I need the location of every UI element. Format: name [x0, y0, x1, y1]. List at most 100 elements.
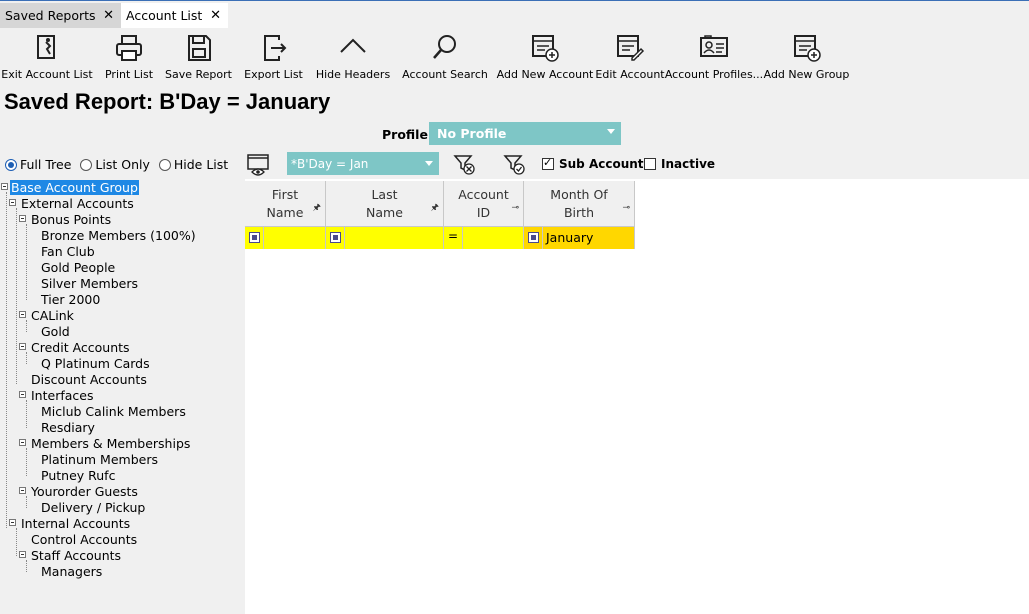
- printer-icon: [116, 35, 142, 61]
- checkbox-checked-icon: [542, 156, 554, 170]
- tab-label: Saved Reports: [5, 8, 96, 23]
- tree-node-bronze-members[interactable]: Bronze Members (100%): [40, 227, 197, 243]
- collapse-icon[interactable]: [19, 343, 26, 350]
- inactive-checkbox[interactable]: Inactive: [644, 157, 715, 171]
- close-icon[interactable]: ✕: [103, 8, 114, 23]
- exit-door-icon: [37, 35, 55, 59]
- equals-operator-icon[interactable]: =: [448, 229, 458, 243]
- hide-headers-button[interactable]: Hide Headers: [316, 30, 390, 82]
- tree-node-platinum-members[interactable]: Platinum Members: [40, 451, 159, 467]
- column-header-first-name[interactable]: First Name 🖈: [245, 181, 326, 227]
- collapse-icon[interactable]: [1, 183, 8, 190]
- filter-operator-icon[interactable]: [528, 232, 539, 243]
- account-group-tree: Base Account Group External Accounts Bon…: [0, 179, 244, 614]
- tree-node-bonus-points[interactable]: Bonus Points: [0, 211, 112, 227]
- tree-node-miclub-calink-members[interactable]: Miclub Calink Members: [40, 403, 187, 419]
- collapse-icon[interactable]: [19, 551, 26, 558]
- save-report-button[interactable]: Save Report: [165, 30, 232, 82]
- pin-icon[interactable]: 🖈: [431, 199, 439, 217]
- filter-month-value: January: [546, 230, 594, 245]
- collapse-icon[interactable]: [19, 439, 26, 446]
- account-grid: First Name 🖈 Last Name 🖈 Account ID ⊸ Mo…: [245, 179, 1029, 614]
- print-list-button[interactable]: Print List: [105, 30, 153, 82]
- export-icon: [263, 35, 286, 61]
- filter-cell-account-id[interactable]: =: [444, 227, 524, 249]
- tree-node-yourorder-guests[interactable]: Yourorder Guests: [0, 483, 139, 499]
- tree-node-staff-accounts[interactable]: Staff Accounts: [0, 547, 122, 563]
- tree-node-putney-rufc[interactable]: Putney Rufc: [40, 467, 116, 483]
- radio-selected-icon: [5, 158, 17, 171]
- pin-icon[interactable]: ⊸: [622, 199, 630, 217]
- filter-operator-icon[interactable]: [249, 232, 260, 243]
- tree-node-base-account-group[interactable]: Base Account Group: [0, 179, 139, 195]
- tree-node-discount-accounts[interactable]: Discount Accounts: [30, 371, 148, 387]
- column-header-last-name[interactable]: Last Name 🖈: [326, 181, 444, 227]
- column-header-account-id[interactable]: Account ID ⊸: [444, 181, 524, 227]
- collapse-icon[interactable]: [19, 487, 26, 494]
- tree-node-members-memberships[interactable]: Members & Memberships: [0, 435, 191, 451]
- checkbox-icon: [644, 158, 656, 170]
- tree-node-credit-accounts[interactable]: Credit Accounts: [0, 339, 131, 355]
- page-title: Saved Report: B'Day = January: [4, 89, 331, 114]
- account-search-button[interactable]: Account Search: [402, 30, 488, 82]
- tree-node-q-platinum-cards[interactable]: Q Platinum Cards: [40, 355, 151, 371]
- tree-node-control-accounts[interactable]: Control Accounts: [30, 531, 138, 547]
- tree-node-fan-club[interactable]: Fan Club: [40, 243, 96, 259]
- hide-list-radio[interactable]: Hide List: [158, 157, 228, 172]
- search-icon: [433, 35, 456, 59]
- chevron-up-icon: [340, 38, 366, 53]
- view-options: Full Tree List Only Hide List: [5, 157, 237, 172]
- tree-node-silver-members[interactable]: Silver Members: [40, 275, 139, 291]
- tree-node-resdiary[interactable]: Resdiary: [40, 419, 96, 435]
- tree-node-gold-people[interactable]: Gold People: [40, 259, 116, 275]
- tab-saved-reports[interactable]: Saved Reports ✕: [0, 3, 121, 28]
- filter-bar: *B'Day = Jan Sub Accounts Inactive: [244, 151, 1029, 177]
- profile-select[interactable]: No Profile: [429, 122, 621, 145]
- tree-node-managers[interactable]: Managers: [40, 563, 103, 579]
- tree-node-external-accounts[interactable]: External Accounts: [0, 195, 135, 211]
- pin-icon[interactable]: ⊸: [511, 199, 519, 217]
- tree-node-calink[interactable]: CALink: [0, 307, 75, 323]
- tree-connector: [26, 224, 27, 300]
- column-header-month-of-birth[interactable]: Month Of Birth ⊸: [524, 181, 635, 227]
- preview-eye-icon[interactable]: [246, 151, 270, 177]
- collapse-icon[interactable]: [19, 311, 26, 318]
- filter-cell-first-name[interactable]: [245, 227, 326, 249]
- filter-cell-last-name[interactable]: [326, 227, 444, 249]
- tree-node-internal-accounts[interactable]: Internal Accounts: [0, 515, 131, 531]
- collapse-icon[interactable]: [19, 215, 26, 222]
- filter-select[interactable]: *B'Day = Jan: [287, 152, 439, 175]
- add-new-account-button[interactable]: Add New Account: [497, 30, 593, 82]
- list-only-radio[interactable]: List Only: [80, 157, 150, 172]
- collapse-icon[interactable]: [9, 519, 16, 526]
- export-list-button[interactable]: Export List: [244, 30, 303, 82]
- radio-icon: [80, 158, 93, 171]
- clear-filter-icon[interactable]: [451, 151, 477, 177]
- tree-node-tier-2000[interactable]: Tier 2000: [40, 291, 101, 307]
- profile-label: Profile:: [382, 127, 433, 142]
- tab-account-list[interactable]: Account List ✕: [121, 3, 228, 28]
- tree-node-gold[interactable]: Gold: [40, 323, 71, 339]
- sub-accounts-checkbox[interactable]: Sub Accounts: [542, 156, 651, 171]
- toolbar: Exit Account List Print List Save Report…: [0, 30, 1029, 82]
- tree-node-delivery-pickup[interactable]: Delivery / Pickup: [40, 499, 146, 515]
- filter-cell-month-of-birth[interactable]: January: [524, 227, 635, 249]
- tree-connector: [16, 208, 17, 384]
- collapse-icon[interactable]: [9, 199, 16, 206]
- close-icon[interactable]: ✕: [210, 8, 221, 23]
- collapse-icon[interactable]: [19, 391, 26, 398]
- filter-operator-icon[interactable]: [330, 232, 341, 243]
- edit-account-button[interactable]: Edit Account: [595, 30, 665, 82]
- full-tree-radio[interactable]: Full Tree: [5, 157, 71, 172]
- edit-account-icon: [617, 35, 645, 61]
- add-group-icon: [793, 35, 821, 62]
- radio-icon: [158, 158, 171, 171]
- tree-connector: [26, 400, 27, 428]
- apply-filter-icon[interactable]: [501, 151, 527, 177]
- exit-account-list-button[interactable]: Exit Account List: [1, 30, 93, 82]
- add-new-group-button[interactable]: Add New Group: [764, 30, 849, 82]
- pin-icon[interactable]: 🖈: [313, 199, 321, 217]
- account-profiles-button[interactable]: Account Profiles...: [665, 30, 763, 82]
- tree-node-interfaces[interactable]: Interfaces: [0, 387, 94, 403]
- save-disk-icon: [187, 35, 211, 61]
